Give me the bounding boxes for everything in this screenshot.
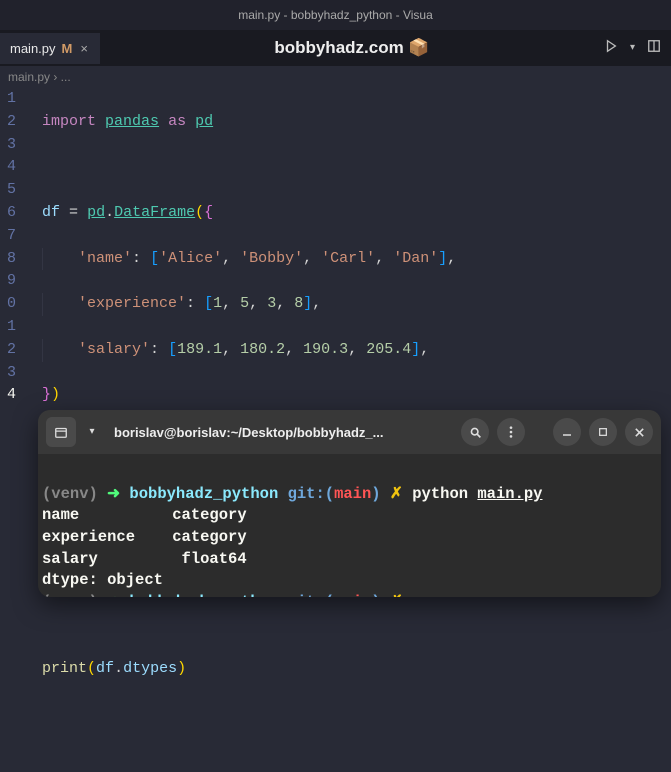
dropdown-icon[interactable]: ▾ [84, 417, 100, 447]
url-display: bobbyhadz.com 📦 [100, 38, 604, 58]
maximize-button[interactable] [589, 418, 617, 446]
window-title-bar: main.py - bobbyhadz_python - Visua [0, 0, 671, 30]
tab-filename: main.py [10, 41, 56, 56]
terminal-output[interactable]: (venv) ➜ bobbyhadz_python git:(main) ✗ p… [38, 454, 661, 597]
run-icon[interactable] [604, 39, 618, 58]
line-gutter: 1 2 3 4 5 6 7 8 9 0 1 2 3 4 [0, 88, 24, 772]
split-editor-icon[interactable] [647, 39, 661, 58]
tab-close-icon[interactable]: × [78, 41, 90, 56]
terminal-window: ▾ borislav@borislav:~/Desktop/bobbyhadz_… [38, 410, 661, 597]
terminal-title: borislav@borislav:~/Desktop/bobbyhadz_..… [108, 425, 453, 440]
terminal-header: ▾ borislav@borislav:~/Desktop/bobbyhadz_… [38, 410, 661, 454]
minimize-button[interactable] [553, 418, 581, 446]
new-tab-button[interactable] [46, 417, 76, 447]
window-title: main.py - bobbyhadz_python - Visua [238, 8, 433, 22]
tab-main-py[interactable]: main.py M × [0, 33, 100, 64]
chevron-down-icon[interactable]: ▾ [630, 42, 635, 54]
breadcrumb[interactable]: main.py › ... [0, 66, 671, 88]
close-button[interactable] [625, 418, 653, 446]
menu-icon[interactable] [497, 418, 525, 446]
search-icon[interactable] [461, 418, 489, 446]
tab-modified-indicator: M [62, 41, 73, 56]
tab-bar: main.py M × bobbyhadz.com 📦 ▾ [0, 30, 671, 66]
